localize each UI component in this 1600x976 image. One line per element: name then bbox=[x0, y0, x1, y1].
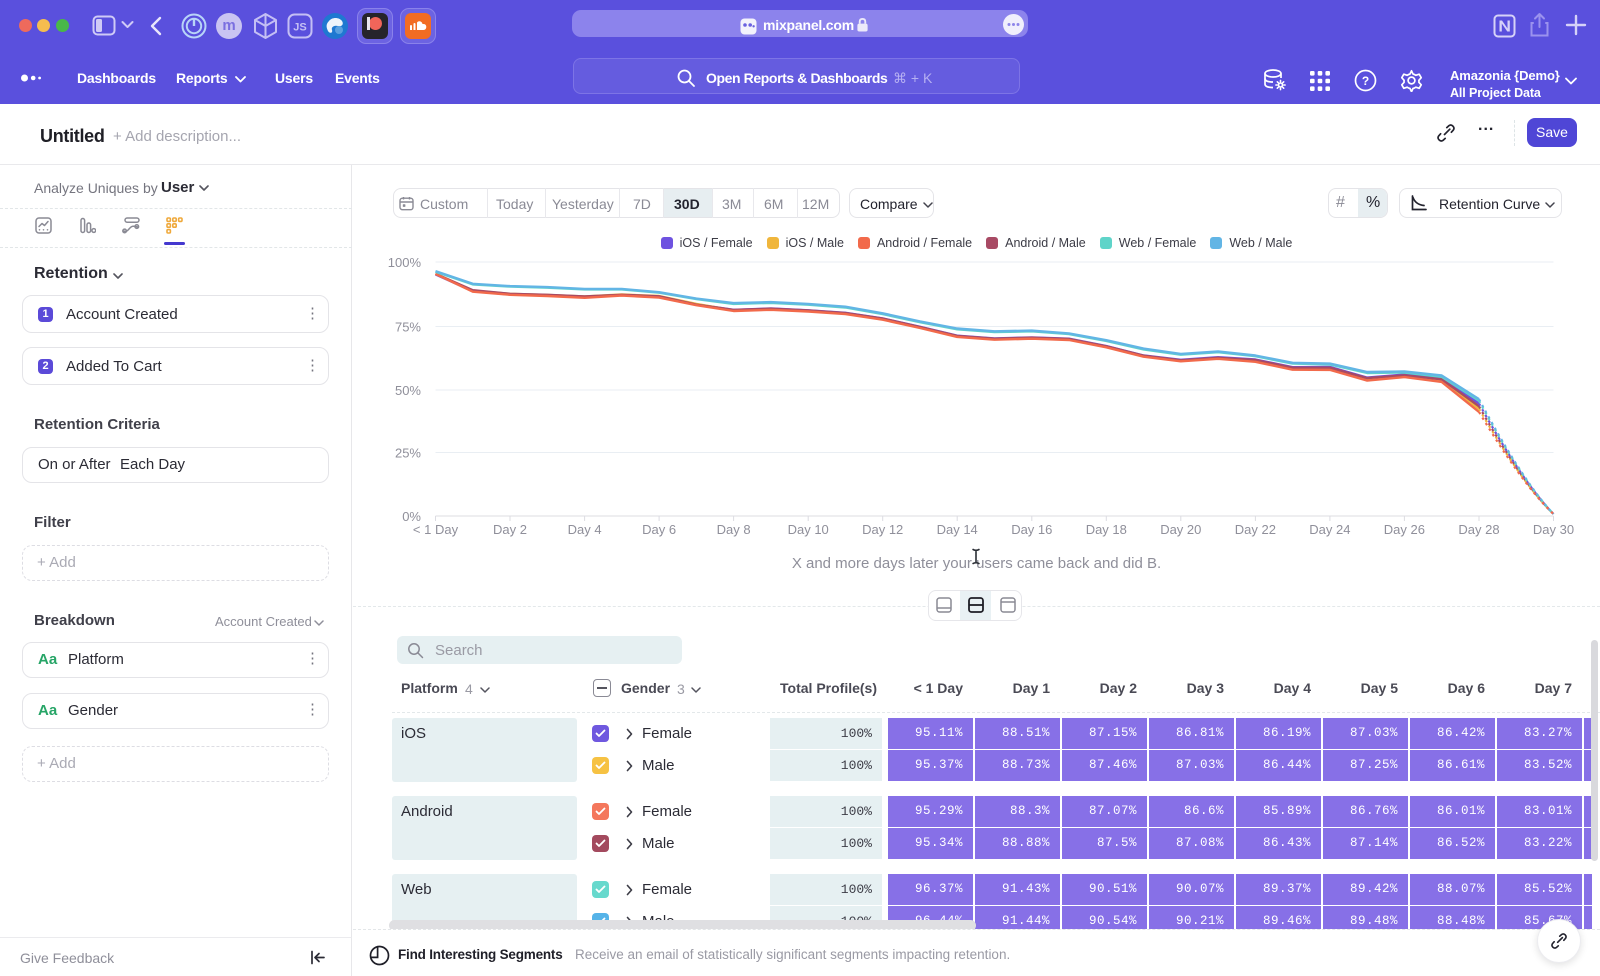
svg-text:Day 8: Day 8 bbox=[717, 522, 751, 537]
svg-text:Day 30: Day 30 bbox=[1533, 522, 1574, 537]
svg-text:?: ? bbox=[1362, 74, 1369, 88]
svg-text:Day 12: Day 12 bbox=[862, 522, 903, 537]
svg-text:< 1 Day: < 1 Day bbox=[413, 522, 459, 537]
svg-text:25%: 25% bbox=[395, 446, 421, 461]
svg-text:Day 16: Day 16 bbox=[1011, 522, 1052, 537]
svg-text:Day 18: Day 18 bbox=[1086, 522, 1127, 537]
svg-text:Day 28: Day 28 bbox=[1458, 522, 1499, 537]
svg-text:Day 2: Day 2 bbox=[493, 522, 527, 537]
svg-text:75%: 75% bbox=[395, 320, 421, 335]
svg-text:Day 24: Day 24 bbox=[1309, 522, 1350, 537]
svg-text:50%: 50% bbox=[395, 383, 421, 398]
svg-text:JS: JS bbox=[293, 22, 306, 34]
svg-text:Day 26: Day 26 bbox=[1384, 522, 1425, 537]
svg-text:Day 20: Day 20 bbox=[1160, 522, 1201, 537]
svg-text:Day 6: Day 6 bbox=[642, 522, 676, 537]
svg-text:100%: 100% bbox=[388, 255, 422, 270]
svg-text:Day 4: Day 4 bbox=[568, 522, 602, 537]
svg-text:Day 14: Day 14 bbox=[937, 522, 978, 537]
svg-text:Day 22: Day 22 bbox=[1235, 522, 1276, 537]
svg-text:Day 10: Day 10 bbox=[788, 522, 829, 537]
